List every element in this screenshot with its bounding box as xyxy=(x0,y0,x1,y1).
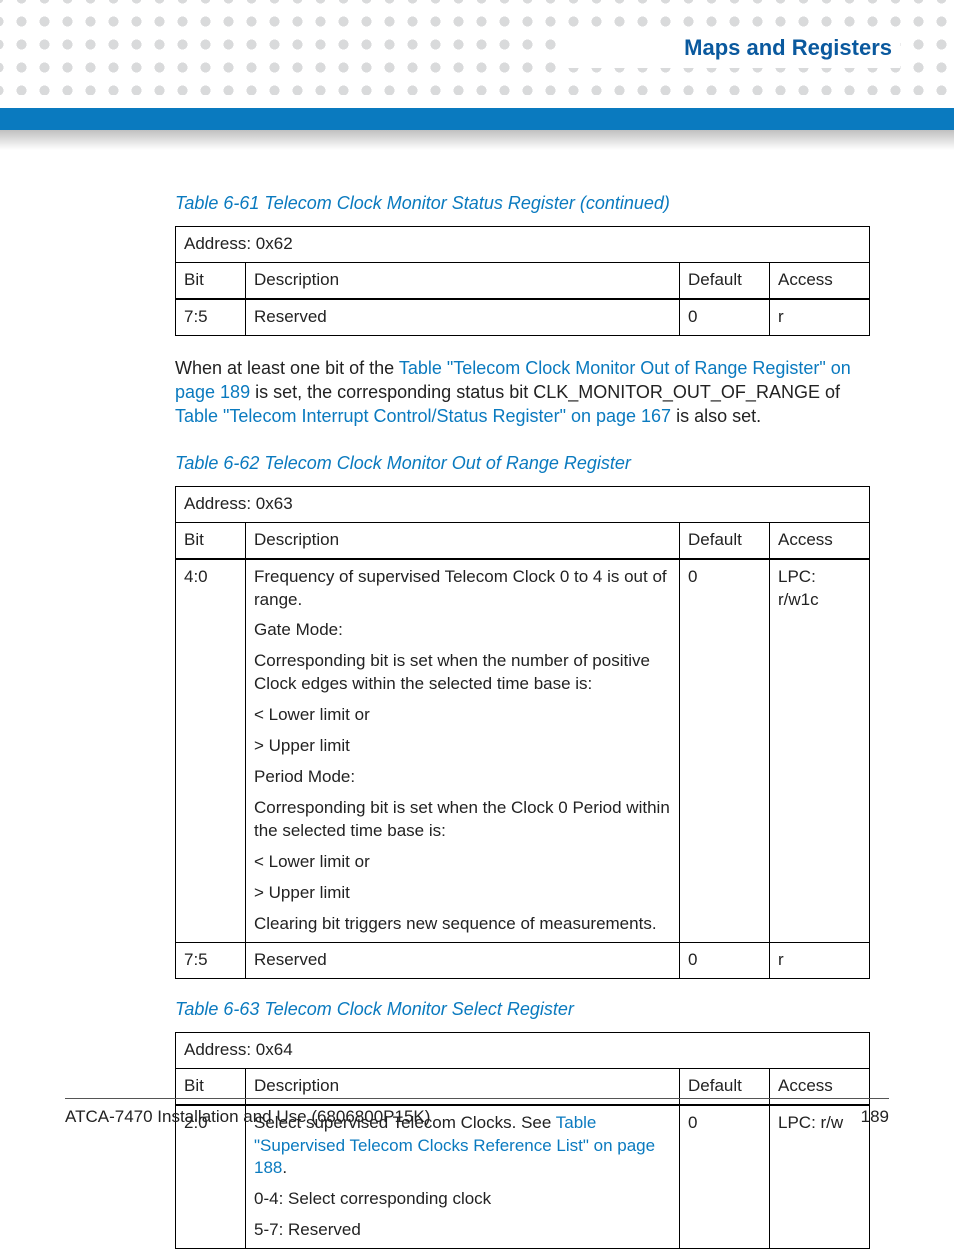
text: When at least one bit of the xyxy=(175,358,399,378)
page-footer: ATCA-7470 Installation and Use (6806800P… xyxy=(65,1098,889,1127)
desc-line: < Lower limit or xyxy=(254,851,671,874)
table-row: Address: 0x64 xyxy=(176,1032,870,1068)
cross-ref-link[interactable]: Table "Telecom Interrupt Control/Status … xyxy=(175,406,671,426)
table-address-cell: Address: 0x62 xyxy=(176,227,870,263)
header-blue-bar xyxy=(0,108,954,130)
table-62-caption: Table 6-62 Telecom Clock Monitor Out of … xyxy=(175,453,870,474)
desc-line: 0-4: Select corresponding clock xyxy=(254,1188,671,1211)
table-header-cell: Description xyxy=(246,262,680,298)
table-cell: 0 xyxy=(680,942,770,978)
desc-line: > Upper limit xyxy=(254,882,671,905)
table-row: 4:0 Frequency of supervised Telecom Cloc… xyxy=(176,559,870,943)
section-title: Maps and Registers xyxy=(684,35,892,61)
desc-line: > Upper limit xyxy=(254,735,671,758)
table-row: Address: 0x63 xyxy=(176,486,870,522)
table-header-cell: Default xyxy=(680,262,770,298)
desc-line: < Lower limit or xyxy=(254,704,671,727)
table-cell: 7:5 xyxy=(176,299,246,335)
table-header-cell: Description xyxy=(246,522,680,558)
table-header-cell: Default xyxy=(680,522,770,558)
desc-line: 5-7: Reserved xyxy=(254,1219,671,1242)
page-number: 189 xyxy=(861,1107,889,1127)
desc-line: Corresponding bit is set when the Clock … xyxy=(254,797,671,843)
table-cell: r xyxy=(770,299,870,335)
table-cell: 0 xyxy=(680,299,770,335)
table-cell: r xyxy=(770,942,870,978)
table-63: Address: 0x64 Bit Description Default Ac… xyxy=(175,1032,870,1249)
desc-line: Clearing bit triggers new sequence of me… xyxy=(254,913,671,936)
table-header-cell: Bit xyxy=(176,262,246,298)
table-row: Bit Description Default Access xyxy=(176,262,870,298)
table-header-cell: Access xyxy=(770,262,870,298)
table-header-cell: Access xyxy=(770,522,870,558)
table-row: 7:5 Reserved 0 r xyxy=(176,942,870,978)
desc-line: Gate Mode: xyxy=(254,619,671,642)
table-row: Address: 0x62 xyxy=(176,227,870,263)
header-shadow xyxy=(0,130,954,150)
table-cell: 4:0 xyxy=(176,559,246,943)
table-header-cell: Bit xyxy=(176,522,246,558)
table-row: Bit Description Default Access xyxy=(176,522,870,558)
table-cell: Reserved xyxy=(246,942,680,978)
table-61-caption: Table 6-61 Telecom Clock Monitor Status … xyxy=(175,193,870,214)
table-cell: 0 xyxy=(680,559,770,943)
desc-line: Period Mode: xyxy=(254,766,671,789)
table-cell: LPC: r/w1c xyxy=(770,559,870,943)
text: . xyxy=(282,1158,287,1177)
text: is also set. xyxy=(671,406,761,426)
table-cell: 7:5 xyxy=(176,942,246,978)
table-cell: Frequency of supervised Telecom Clock 0 … xyxy=(246,559,680,943)
desc-line: Frequency of supervised Telecom Clock 0 … xyxy=(254,566,671,612)
footer-doc-title: ATCA-7470 Installation and Use (6806800P… xyxy=(65,1107,430,1127)
text: is set, the corresponding status bit CLK… xyxy=(250,382,840,402)
table-63-caption: Table 6-63 Telecom Clock Monitor Select … xyxy=(175,999,870,1020)
page-content: Table 6-61 Telecom Clock Monitor Status … xyxy=(175,185,870,1249)
table-address-cell: Address: 0x64 xyxy=(176,1032,870,1068)
table-62: Address: 0x63 Bit Description Default Ac… xyxy=(175,486,870,979)
desc-line: Corresponding bit is set when the number… xyxy=(254,650,671,696)
table-address-cell: Address: 0x63 xyxy=(176,486,870,522)
paragraph: When at least one bit of the Table "Tele… xyxy=(175,356,870,429)
table-row: 7:5 Reserved 0 r xyxy=(176,299,870,335)
table-61: Address: 0x62 Bit Description Default Ac… xyxy=(175,226,870,336)
table-cell: Reserved xyxy=(246,299,680,335)
